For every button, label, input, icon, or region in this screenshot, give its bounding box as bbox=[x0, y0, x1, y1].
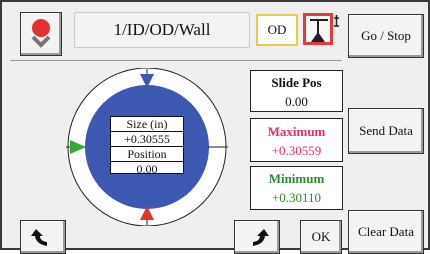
slide-pos-box: Slide Pos 0.00 bbox=[250, 70, 343, 112]
status-indicator-button[interactable] bbox=[20, 12, 62, 56]
position-value: 0.00 bbox=[111, 161, 183, 176]
ok-label: OK bbox=[311, 229, 331, 244]
send-data-button[interactable]: Send Data bbox=[348, 108, 424, 154]
go-stop-button[interactable]: Go / Stop bbox=[348, 14, 424, 58]
mode-od-label: OD bbox=[267, 22, 287, 37]
clear-data-label: Clear Data bbox=[358, 224, 414, 239]
size-label: Size (in) bbox=[126, 117, 168, 131]
probe-button[interactable] bbox=[302, 12, 340, 46]
ok-button[interactable]: OK bbox=[300, 220, 342, 254]
minimum-label: Minimum bbox=[268, 171, 325, 186]
clear-data-button[interactable]: Clear Data bbox=[348, 210, 424, 254]
maximum-box: Maximum +0.30559 bbox=[250, 118, 343, 162]
maximum-value: +0.30559 bbox=[271, 143, 322, 158]
position-label: Position bbox=[111, 146, 183, 161]
probe-icon bbox=[303, 13, 339, 45]
instrument-panel: 1/ID/OD/Wall OD Go / Stop Size (in) +0.3… bbox=[0, 0, 430, 254]
minimum-box: Minimum +0.30110 bbox=[250, 166, 343, 210]
minimum-value: +0.30110 bbox=[271, 190, 322, 205]
back-arrow-icon bbox=[31, 229, 47, 246]
slide-pos-label: Slide Pos bbox=[271, 75, 322, 90]
forward-button[interactable] bbox=[234, 220, 280, 254]
program-title-text: 1/ID/OD/Wall bbox=[113, 20, 211, 39]
go-stop-label: Go / Stop bbox=[361, 28, 411, 43]
mode-od-button[interactable]: OD bbox=[256, 14, 298, 46]
forward-arrow-icon bbox=[253, 229, 269, 246]
back-button[interactable] bbox=[20, 220, 66, 254]
slide-pos-value: 0.00 bbox=[285, 94, 308, 109]
send-data-label: Send Data bbox=[359, 123, 413, 138]
size-value: +0.30555 bbox=[111, 131, 183, 146]
header-divider bbox=[10, 60, 342, 61]
program-title: 1/ID/OD/Wall bbox=[74, 12, 250, 48]
status-indicator-icon bbox=[31, 19, 51, 48]
maximum-label: Maximum bbox=[267, 124, 326, 139]
gauge-readout: Size (in) +0.30555 Position 0.00 bbox=[110, 116, 184, 176]
